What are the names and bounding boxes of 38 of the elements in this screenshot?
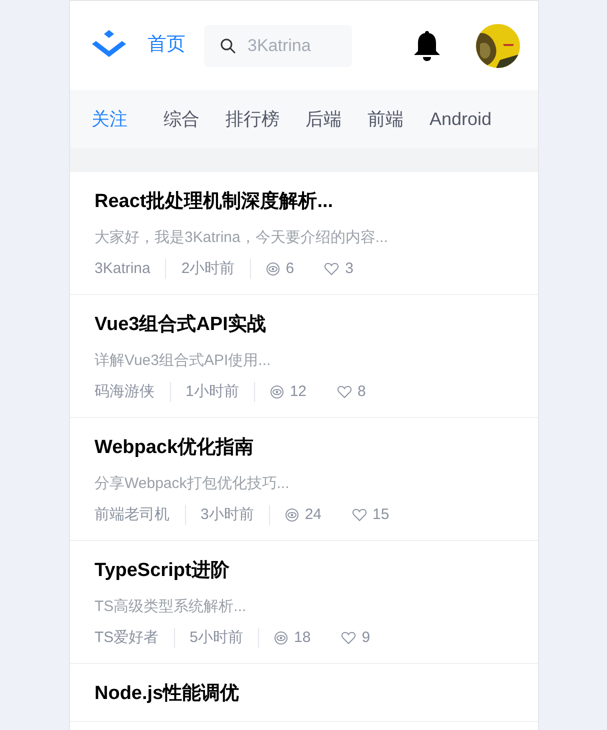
eye-icon: [270, 384, 284, 399]
heart-icon[interactable]: [352, 508, 367, 522]
category-tab[interactable]: 综合: [164, 106, 200, 132]
category-tab[interactable]: 排行榜: [226, 106, 280, 132]
like-count: 3: [345, 258, 354, 278]
article-summary: 详解Vue3组合式API使用...: [94, 351, 272, 371]
article-title[interactable]: Vue3组合式API实战: [94, 312, 512, 338]
heart-icon[interactable]: [336, 384, 352, 399]
article-summary: 大家好，我是3Katrina，今天要介绍的内容...: [94, 228, 389, 248]
search-field[interactable]: 3Katrina: [204, 24, 352, 66]
article-title[interactable]: Webpack优化指南: [94, 435, 512, 461]
category-tab[interactable]: 关注: [92, 106, 128, 132]
post-time: 2小时前: [181, 258, 235, 278]
category-tab[interactable]: Android: [430, 106, 492, 132]
article-summary: TS高级类型系统解析...: [94, 597, 248, 617]
post-time: 1小时前: [186, 382, 239, 402]
home-link[interactable]: 首页: [148, 31, 186, 60]
post-time: 3小时前: [200, 504, 254, 524]
view-count: 12: [290, 382, 307, 402]
search-icon: [220, 38, 236, 54]
eye-icon: [266, 262, 280, 276]
article-title[interactable]: TypeScript进阶: [94, 558, 512, 584]
category-tab[interactable]: 前端: [368, 106, 404, 132]
heart-icon[interactable]: [324, 262, 340, 276]
eye-icon: [274, 630, 288, 645]
view-count: 6: [286, 258, 294, 278]
view-count: 24: [304, 504, 322, 524]
post-time: 5小时前: [190, 628, 244, 648]
article-title[interactable]: Node.js性能调优: [94, 681, 512, 707]
like-count: 9: [362, 628, 370, 648]
view-count: 18: [294, 628, 311, 648]
heart-icon[interactable]: [340, 630, 356, 645]
like-count: 8: [358, 382, 366, 402]
eye-icon: [284, 508, 299, 522]
article-title[interactable]: React批处理机制深度解析...: [94, 189, 512, 215]
category-tab[interactable]: 后端: [306, 106, 342, 132]
article-summary: 分享Webpack打包优化技巧...: [94, 474, 290, 494]
like-count: 15: [372, 504, 390, 524]
